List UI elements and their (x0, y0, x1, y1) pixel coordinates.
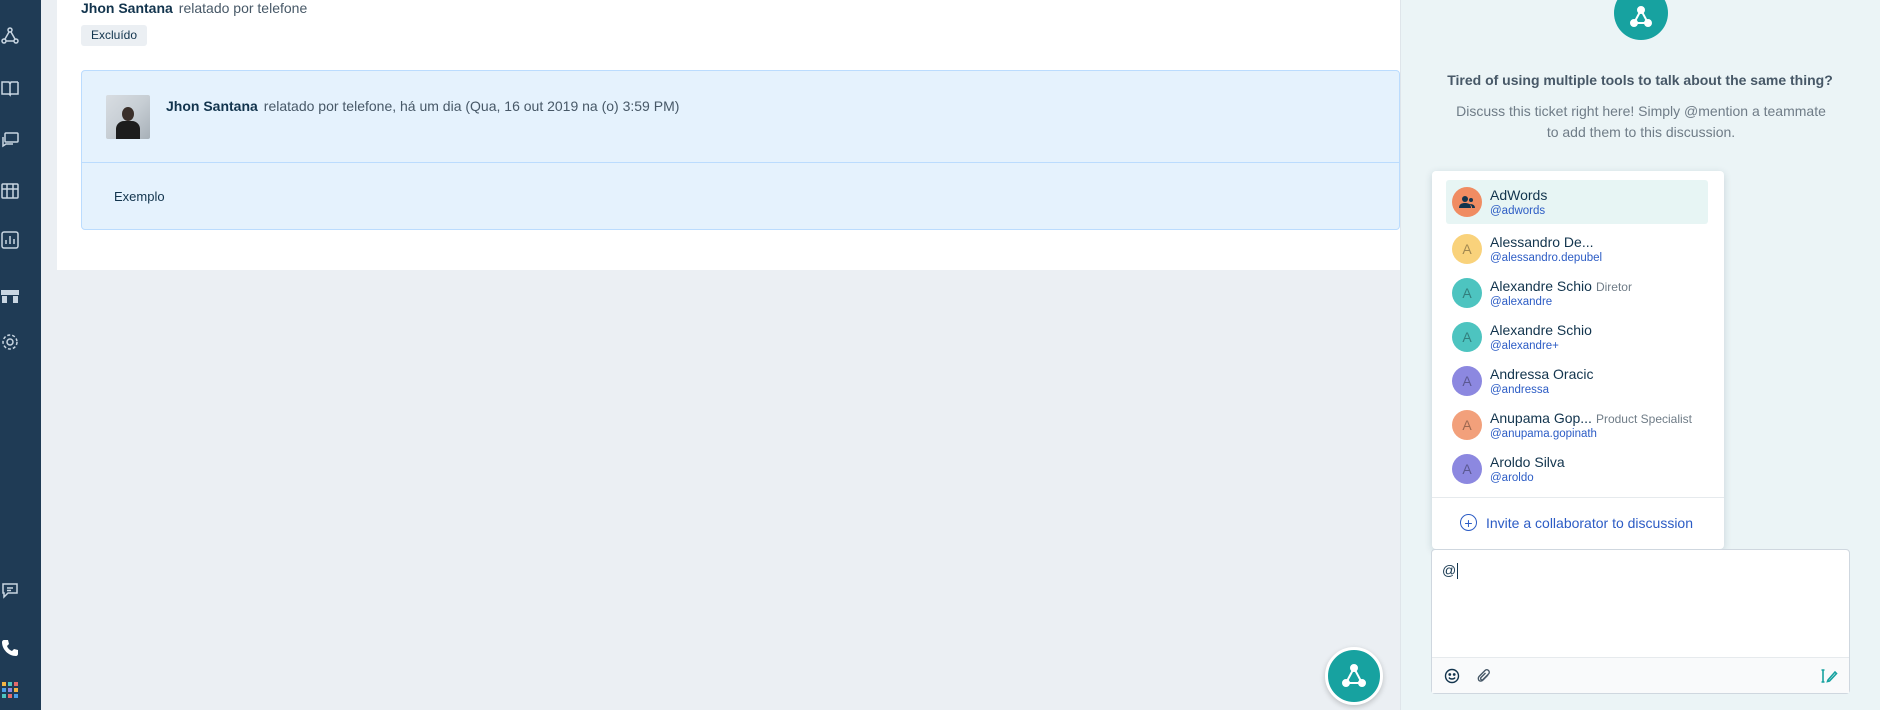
mention-item-andressa[interactable]: A Andressa Oracic @andressa (1446, 359, 1708, 403)
mention-dropdown: AdWords @adwords A Alessandro De... @ale… (1432, 171, 1724, 549)
discussion-composer[interactable]: @ (1431, 549, 1850, 694)
attachment-icon[interactable] (1474, 666, 1494, 686)
phone-icon[interactable] (0, 638, 20, 658)
reports-icon[interactable] (0, 230, 20, 250)
avatar: A (1452, 366, 1482, 396)
mention-handle: @alessandro.depubel (1490, 252, 1603, 264)
mention-name: Alexandre Schio (1490, 322, 1592, 338)
composer-toolbar (1432, 657, 1849, 693)
admin-icon[interactable] (0, 286, 20, 306)
invite-collaborator-link[interactable]: + Invite a collaborator to discussion (1460, 514, 1693, 531)
mention-item-adwords[interactable]: AdWords @adwords (1446, 180, 1708, 224)
mention-item-aroldo[interactable]: A Aroldo Silva @aroldo (1446, 447, 1708, 491)
composer-value: @ (1442, 562, 1457, 578)
mention-name: Anupama Gop... (1490, 410, 1592, 426)
mention-handle: @andressa (1490, 384, 1549, 396)
dropdown-divider (1432, 497, 1724, 498)
mention-name: Aroldo Silva (1490, 454, 1565, 470)
avatar: A (1452, 234, 1482, 264)
discuss-triangle-icon (1630, 6, 1652, 27)
group-user-icon (1459, 196, 1475, 208)
discussion-description: Discuss this ticket right here! Simply @… (1456, 103, 1826, 140)
conversation-item: Jhon Santana relatado por telefone, há um… (81, 70, 1400, 230)
mention-item-alexandre-plus[interactable]: A Alexandre Schio @alexandre+ (1446, 315, 1708, 359)
requester-name[interactable]: Jhon Santana (81, 0, 173, 16)
discussions-icon[interactable] (0, 130, 20, 150)
left-nav-rail (0, 0, 41, 710)
conversation-body: Exemplo (114, 189, 165, 204)
mention-item-alexandre[interactable]: A Alexandre Schio Diretor @alexandre (1446, 271, 1708, 315)
avatar: A (1452, 278, 1482, 308)
avatar: A (1452, 454, 1482, 484)
avatar: A (1452, 322, 1482, 352)
apps-grid-icon[interactable] (0, 680, 20, 700)
conversation-timestamp: relatado por telefone, há um dia (Qua, 1… (263, 98, 680, 114)
requester-via: relatado por telefone (178, 0, 308, 16)
chat-icon[interactable] (0, 580, 20, 600)
invite-label: Invite a collaborator to discussion (1486, 514, 1693, 531)
mention-name-row: Alexandre Schio Diretor (1490, 278, 1632, 294)
solutions-book-icon[interactable] (0, 78, 20, 98)
conversation-author[interactable]: Jhon Santana (166, 98, 258, 114)
discuss-triangle-icon (1342, 664, 1366, 687)
conversation-divider (82, 162, 1399, 163)
discussion-title: Tired of using multiple tools to talk ab… (1447, 72, 1833, 88)
emoji-icon[interactable] (1442, 666, 1462, 686)
mention-handle: @anupama.gopinath (1490, 428, 1597, 440)
text-caret (1457, 563, 1459, 580)
plus-circle-icon: + (1460, 514, 1477, 531)
ticket-details-card: Jhon Santana relatado por telefone Excluí… (57, 0, 1400, 270)
mention-name: Alexandre Schio (1490, 278, 1592, 294)
avatar (1452, 187, 1482, 217)
avatar (106, 95, 150, 139)
mention-name-row: Anupama Gop... Product Specialist (1490, 410, 1692, 426)
mention-handle: @adwords (1490, 205, 1546, 217)
mention-handle: @aroldo (1490, 472, 1534, 484)
discuss-toggle-button[interactable] (1325, 647, 1383, 705)
settings-icon[interactable] (0, 332, 20, 352)
social-icon[interactable] (0, 26, 20, 46)
composer-input[interactable]: @ (1442, 562, 1459, 580)
mention-item-alessandro[interactable]: A Alessandro De... @alessandro.depubel (1446, 227, 1708, 271)
mention-handle: @alexandre (1490, 296, 1553, 308)
mention-role: Diretor (1595, 280, 1632, 294)
ticket-requester-line: Jhon Santana relatado por telefone (81, 0, 307, 16)
signature-icon[interactable] (1819, 666, 1839, 686)
mention-item-anupama[interactable]: A Anupama Gop... Product Specialist @anup… (1446, 403, 1708, 447)
conversation-meta: Jhon Santana relatado por telefone, há um… (166, 98, 679, 114)
status-badge: Excluído (81, 25, 148, 46)
mention-role: Product Specialist (1595, 412, 1692, 426)
avatar: A (1452, 410, 1482, 440)
mention-name: Alessandro De... (1490, 234, 1594, 250)
mention-name: AdWords (1490, 187, 1548, 203)
mention-name: Andressa Oracic (1490, 366, 1594, 382)
analytics-icon[interactable] (0, 181, 20, 201)
mention-handle: @alexandre+ (1490, 340, 1559, 352)
